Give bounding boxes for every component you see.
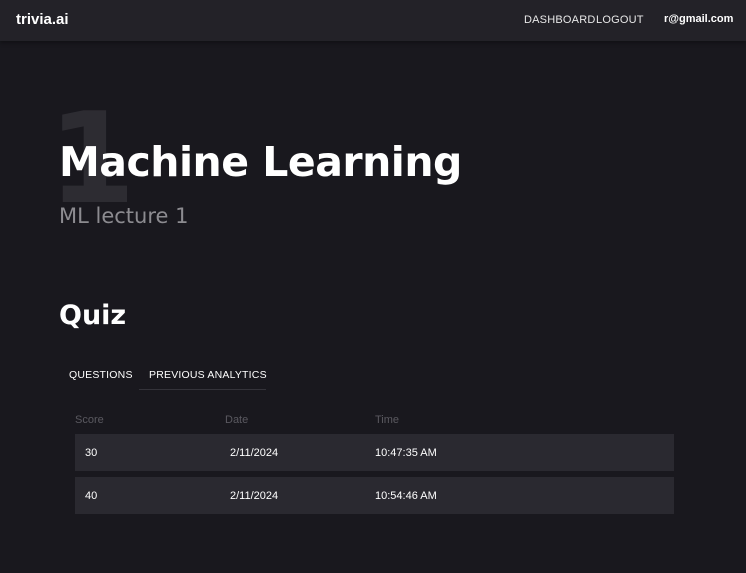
quiz-section-title: Quiz [59, 300, 127, 331]
table-row[interactable]: 40 2/11/2024 10:54:46 AM [75, 477, 674, 514]
tab-previous-analytics[interactable]: PREVIOUS ANALYTICS [149, 369, 267, 381]
column-header-score: Score [75, 414, 104, 426]
tab-questions[interactable]: QUESTIONS [69, 369, 133, 381]
cell-time: 10:47:35 AM [375, 447, 437, 459]
user-email[interactable]: r@gmail.com [664, 13, 733, 25]
cell-date: 2/11/2024 [230, 447, 279, 459]
cell-date: 2/11/2024 [230, 490, 279, 502]
cell-score: 40 [85, 490, 98, 502]
cell-time: 10:54:46 AM [375, 490, 437, 502]
active-tab-indicator [139, 389, 266, 390]
cell-score: 30 [85, 447, 98, 459]
column-header-time: Time [375, 414, 400, 426]
nav-dashboard-link[interactable]: DASHBOARD [524, 14, 595, 26]
table-row[interactable]: 30 2/11/2024 10:47:35 AM [75, 434, 674, 471]
column-header-date: Date [225, 414, 249, 426]
page-subtitle: ML lecture 1 [59, 204, 189, 228]
nav-logout-link[interactable]: LOGOUT [596, 14, 644, 26]
top-navbar: trivia.ai DASHBOARD LOGOUT r@gmail.com [0, 0, 746, 41]
brand-logo[interactable]: trivia.ai [16, 11, 69, 28]
page-title: Machine Learning [59, 138, 462, 186]
